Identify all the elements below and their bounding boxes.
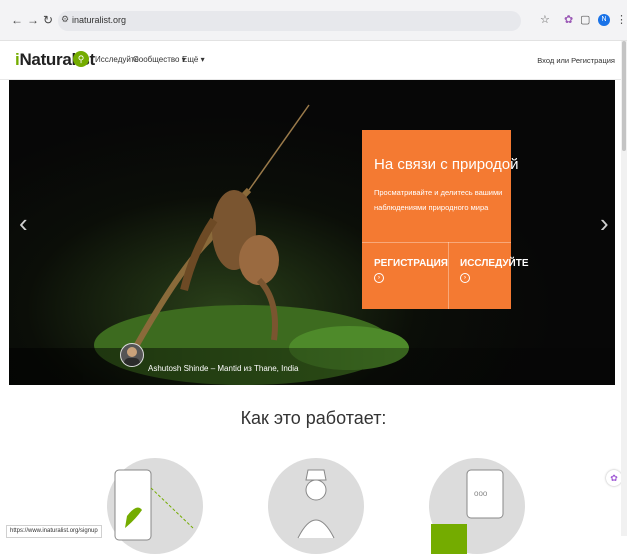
back-icon[interactable]: ← — [11, 13, 23, 27]
arrow-circle-icon: › — [460, 273, 470, 283]
phone-illustration — [107, 458, 203, 554]
site-header: iNaturalist ⚲ Исследуйте Сообщество ▾ Ещ… — [0, 41, 627, 80]
signup-button[interactable]: РЕГИСТРАЦИЯ › — [374, 258, 448, 283]
chevron-down-icon: ▾ — [200, 55, 205, 64]
menu-kebab-icon[interactable]: ⋮ — [616, 14, 627, 26]
cta-divider — [362, 242, 511, 243]
address-bar[interactable]: ⚙ inaturalist.org — [58, 11, 521, 31]
scrollbar-thumb[interactable] — [622, 41, 626, 151]
photo-caption[interactable]: Ashutosh Shinde – Mantid из Thane, India — [148, 364, 298, 373]
browser-toolbar: ← → ↻ ⚙ inaturalist.org ☆ ✿ ▢ N ⋮ — [0, 0, 627, 41]
carousel-prev-icon[interactable]: ‹ — [19, 210, 28, 236]
explore-button[interactable]: ИССЛЕДУЙТЕ › — [460, 258, 529, 283]
extensions-puzzle-icon[interactable]: ▢ — [580, 14, 590, 26]
bookmark-star-icon[interactable]: ☆ — [540, 14, 550, 26]
extension-floating-icon[interactable]: ✿ — [606, 470, 622, 486]
status-bar-url: https://www.inaturalist.org/signup — [6, 525, 102, 538]
photo-caption-bar — [9, 348, 615, 385]
how-it-works-title: Как это работает: — [240, 408, 387, 428]
photographer-avatar[interactable] — [120, 343, 144, 367]
cta-divider — [448, 242, 449, 309]
arrow-circle-icon: › — [374, 273, 384, 283]
address-bar-url: inaturalist.org — [72, 15, 127, 25]
reload-icon[interactable]: ↻ — [43, 13, 53, 27]
nav-more[interactable]: Ещё ▾ — [182, 55, 205, 64]
hero-title: На связи с природой — [374, 156, 519, 173]
scrollbar[interactable] — [621, 41, 627, 536]
carousel-next-icon[interactable]: › — [600, 210, 609, 236]
hero-carousel: ‹ › На связи с природой Просматривайте и… — [9, 80, 615, 385]
profile-avatar[interactable]: N — [598, 14, 610, 26]
search-icon[interactable]: ⚲ — [73, 51, 89, 67]
site-info-icon[interactable]: ⚙ — [61, 14, 69, 25]
forward-icon[interactable]: → — [27, 13, 39, 27]
hero-cta-panel: На связи с природой Просматривайте и дел… — [362, 130, 529, 309]
nav-community[interactable]: Сообщество ▾ — [133, 55, 186, 64]
person-illustration — [268, 458, 364, 554]
hero-description: Просматривайте и делитесь вашими наблюде… — [374, 188, 503, 212]
chat-illustration: ooo — [429, 458, 525, 554]
mantis-photo — [94, 104, 409, 385]
login-signup-link[interactable]: Вход или Регистрация — [537, 56, 615, 65]
extension-icon[interactable]: ✿ — [564, 14, 573, 26]
svg-text:ooo: ooo — [474, 489, 488, 498]
